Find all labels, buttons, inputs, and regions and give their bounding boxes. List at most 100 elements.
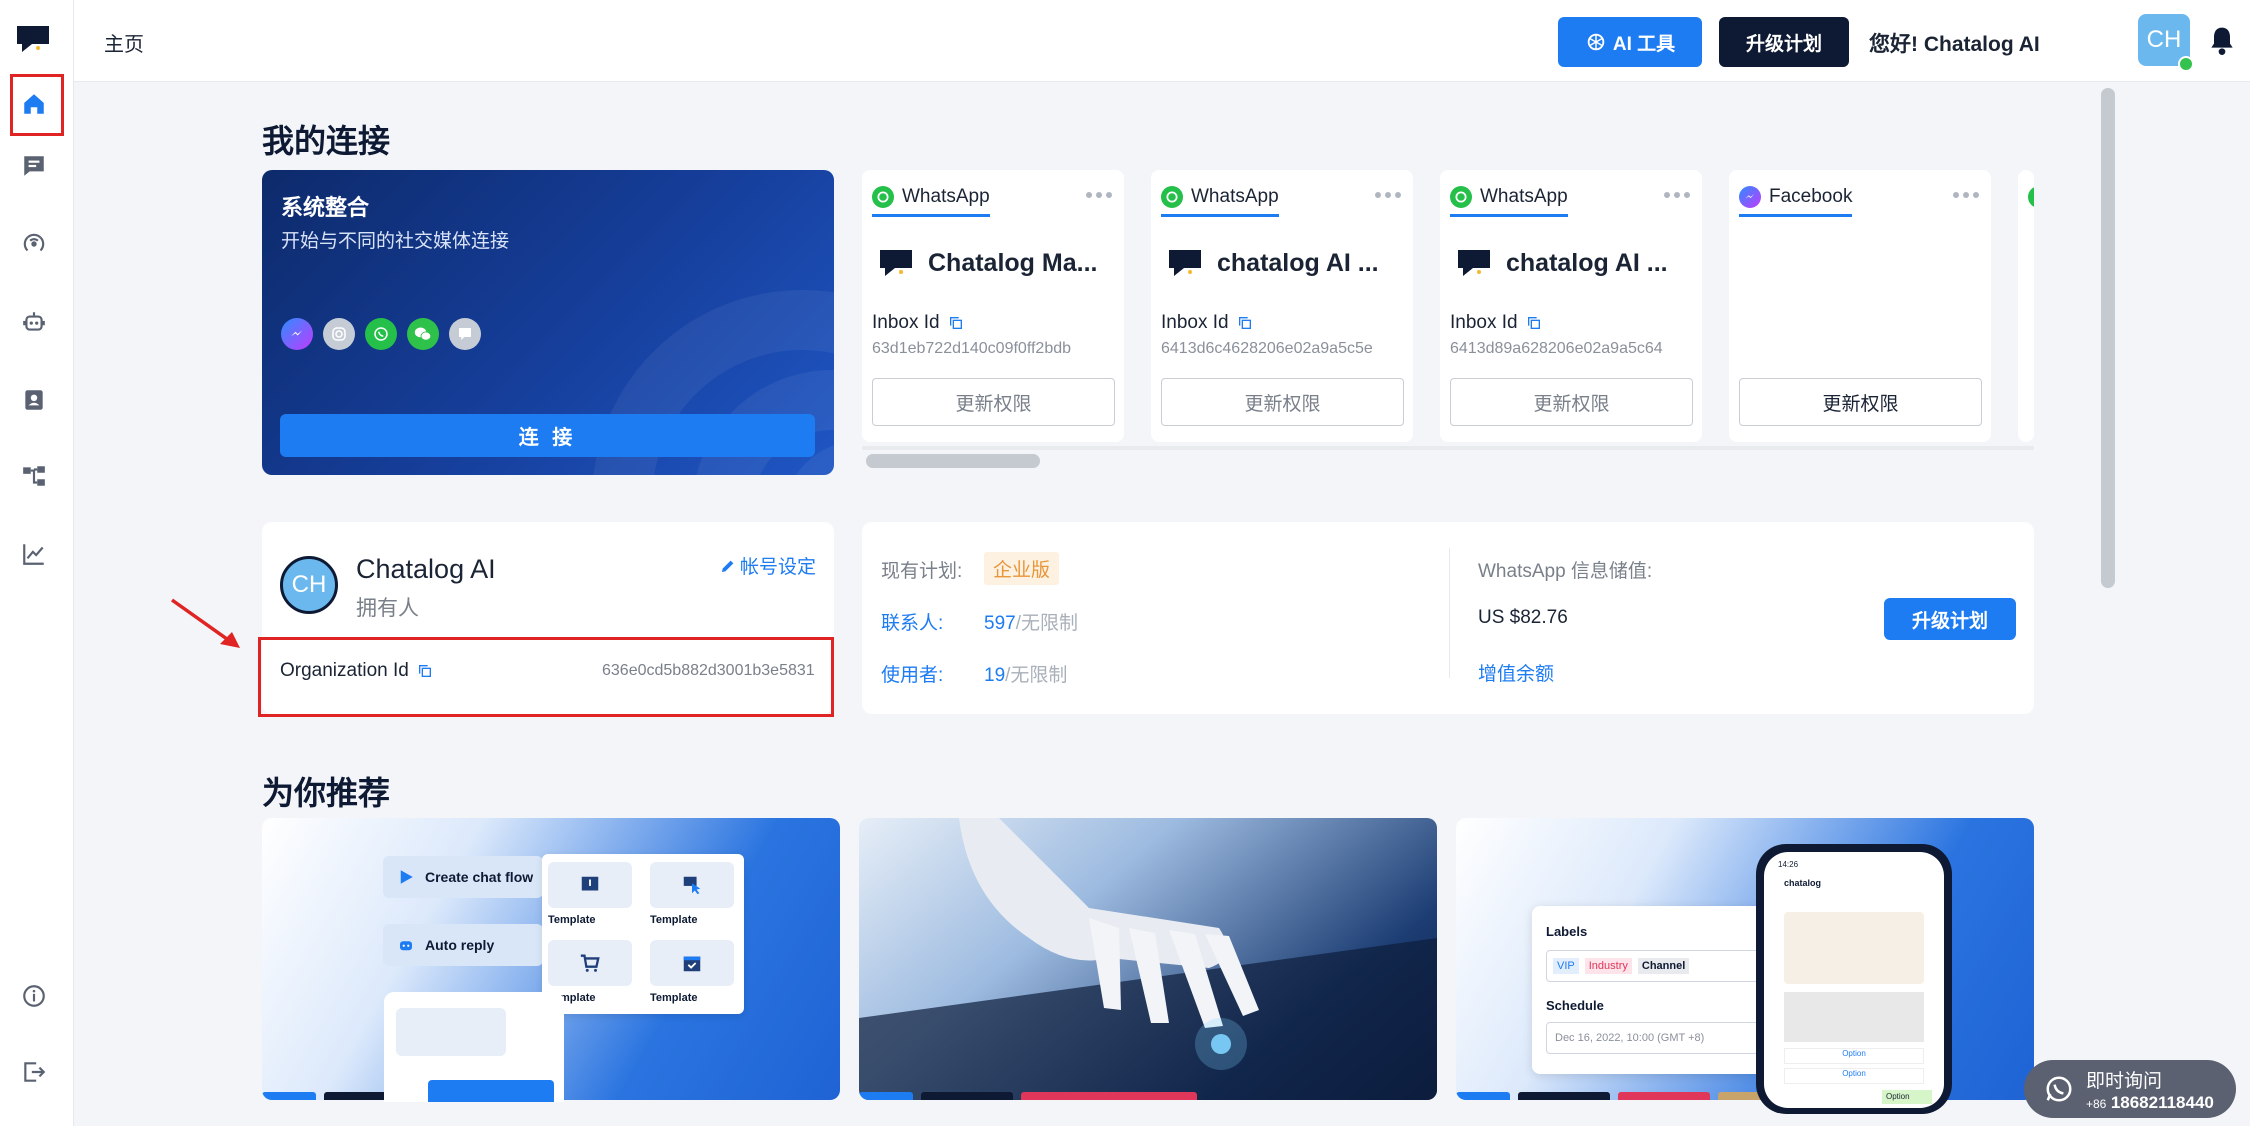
- copy-icon[interactable]: [1526, 315, 1542, 331]
- sidebar: [0, 0, 74, 1126]
- ai-tools-button[interactable]: AI 工具: [1558, 17, 1702, 67]
- integration-subtitle: 开始与不同的社交媒体连接: [281, 231, 510, 252]
- bell-icon[interactable]: [2206, 24, 2238, 58]
- inbox-id-value: 63d1eb722d140c09f0ff2bdb: [872, 340, 1072, 357]
- inbox-name: chatalog AI ...: [1506, 248, 1668, 277]
- template-tile: Template: [650, 940, 734, 1004]
- social-icons: [281, 318, 481, 350]
- wa-balance-value: US $82.76: [1478, 607, 1568, 628]
- chat-widget-phone: 18682118440: [2110, 1092, 2214, 1112]
- inbox-card[interactable]: WhatsApp Chatalog Ma... Inbox Id 63d1eb7…: [862, 170, 1124, 442]
- pointer-icon: [683, 876, 701, 895]
- sidebar-item-contacts[interactable]: [18, 384, 50, 416]
- users-label: 使用者:: [881, 665, 944, 686]
- account-settings-link[interactable]: 帐号设定: [720, 552, 816, 579]
- upgrade-plan-top-button[interactable]: 升级计划: [1719, 17, 1849, 67]
- account-name: Chatalog AI: [356, 554, 496, 584]
- horizontal-scrollbar-track[interactable]: [862, 446, 2034, 450]
- copy-icon[interactable]: [948, 315, 964, 331]
- horizontal-scrollbar-thumb[interactable]: [866, 454, 1040, 468]
- instant-chat-widget[interactable]: 即时询问 +86 18682118440: [2024, 1060, 2236, 1118]
- webchat-icon: [449, 318, 481, 350]
- inbox-id-label: Inbox Id: [1161, 312, 1253, 334]
- copy-icon[interactable]: [1237, 315, 1253, 331]
- cart-icon: [580, 954, 600, 972]
- bot-icon: [400, 941, 412, 951]
- inbox-channel-tab: WhatsApp: [1450, 186, 1568, 217]
- more-options-icon[interactable]: [1953, 192, 1979, 198]
- whatsapp-icon: [1161, 186, 1183, 208]
- update-permission-button[interactable]: 更新权限: [1161, 378, 1404, 426]
- vertical-scrollbar-thumb[interactable]: [2101, 88, 2115, 588]
- wa-balance-label: WhatsApp 信息储值:: [1478, 561, 1653, 582]
- greeting: 您好! Chatalog AI: [1869, 33, 2040, 56]
- org-id-label: Organization Id: [280, 660, 433, 682]
- contacts-icon: [25, 390, 43, 410]
- robot-hand-illustration: [859, 818, 1437, 1100]
- online-status-dot: [2178, 56, 2194, 72]
- sidebar-item-flow[interactable]: [18, 460, 50, 492]
- current-plan-label: 现有计划:: [881, 561, 963, 582]
- chat-widget-title: 即时询问: [2086, 1070, 2163, 1092]
- recommend-title: 为你推荐: [262, 775, 391, 811]
- contacts-label: 联系人:: [881, 613, 944, 634]
- ai-tools-label: AI 工具: [1612, 33, 1676, 55]
- sidebar-item-home[interactable]: [18, 88, 50, 120]
- messenger-icon: [1739, 186, 1761, 208]
- logout-icon: [24, 1062, 46, 1082]
- card-tags: [859, 1092, 1197, 1100]
- whatsapp-icon: [1450, 186, 1472, 208]
- inbox-name: Chatalog Ma...: [928, 248, 1098, 277]
- sidebar-item-bot[interactable]: [18, 306, 50, 338]
- whatsapp-icon: [872, 186, 894, 208]
- labels-panel: Labels VIP Industry Channel Schedule Dec…: [1532, 906, 1772, 1074]
- sidebar-item-info[interactable]: [18, 980, 50, 1012]
- update-permission-button[interactable]: 更新权限: [1450, 378, 1693, 426]
- chatalog-logo[interactable]: [16, 24, 50, 54]
- inbox-channel-tab: Facebook: [1739, 186, 1853, 217]
- breadcrumb[interactable]: 主页: [104, 28, 144, 57]
- messenger-icon: [281, 318, 313, 350]
- more-options-icon[interactable]: [1375, 192, 1401, 198]
- topup-link[interactable]: 增值余额: [1478, 659, 1554, 686]
- sidebar-item-analytics[interactable]: [18, 538, 50, 570]
- update-permission-button[interactable]: 更新权限: [872, 378, 1115, 426]
- home-icon: [24, 94, 44, 114]
- inbox-channel-tab: WhatsApp: [872, 186, 990, 217]
- chatalog-logo-icon: [1169, 250, 1201, 276]
- inbox-channel-name: WhatsApp: [1480, 186, 1568, 207]
- template-tile: Template: [548, 862, 632, 926]
- schedule-field: Dec 16, 2022, 10:00 (GMT +8): [1546, 1022, 1760, 1054]
- upgrade-plan-button[interactable]: 升级计划: [1884, 598, 2016, 640]
- flow-icon: [23, 466, 45, 486]
- inbox-id-label: Inbox Id: [1450, 312, 1542, 334]
- inbox-channel-name: WhatsApp: [1191, 186, 1279, 207]
- wechat-icon: [407, 318, 439, 350]
- update-permission-button[interactable]: 更新权限: [1739, 378, 1982, 426]
- recommend-card-robot[interactable]: [859, 818, 1437, 1100]
- play-icon: [400, 870, 413, 884]
- whatsapp-icon: [365, 318, 397, 350]
- inbox-id-label: Inbox Id: [872, 312, 964, 334]
- sidebar-item-chat[interactable]: [18, 150, 50, 182]
- openai-icon: [1587, 33, 1605, 51]
- plan-divider: [1449, 548, 1450, 678]
- more-options-icon[interactable]: [1664, 192, 1690, 198]
- connect-button[interactable]: 连 接: [280, 414, 815, 457]
- current-plan-badge: 企业版: [984, 552, 1060, 585]
- inbox-channel-tab: WhatsApp: [1161, 186, 1279, 217]
- copy-icon[interactable]: [417, 663, 433, 679]
- inbox-card-partial[interactable]: [2018, 170, 2034, 442]
- inbox-card[interactable]: WhatsApp chatalog AI ... Inbox Id 6413d6…: [1151, 170, 1413, 442]
- inbox-card[interactable]: Facebook 更新权限: [1729, 170, 1991, 442]
- inbox-name: chatalog AI ...: [1217, 248, 1379, 277]
- auto-reply-pill: Auto reply: [383, 924, 543, 966]
- users-value: 19/无限制: [984, 665, 1068, 686]
- sidebar-item-logout[interactable]: [18, 1056, 50, 1088]
- top-header: 主页 AI 工具 升级计划 您好! Chatalog AI CH: [74, 0, 2250, 82]
- sidebar-item-broadcast[interactable]: [18, 228, 50, 260]
- account-avatar: CH: [280, 556, 338, 614]
- inbox-id-value: 6413d6c4628206e02a9a5c5e: [1161, 340, 1373, 357]
- more-options-icon[interactable]: [1086, 192, 1112, 198]
- inbox-card[interactable]: WhatsApp chatalog AI ... Inbox Id 6413d8…: [1440, 170, 1702, 442]
